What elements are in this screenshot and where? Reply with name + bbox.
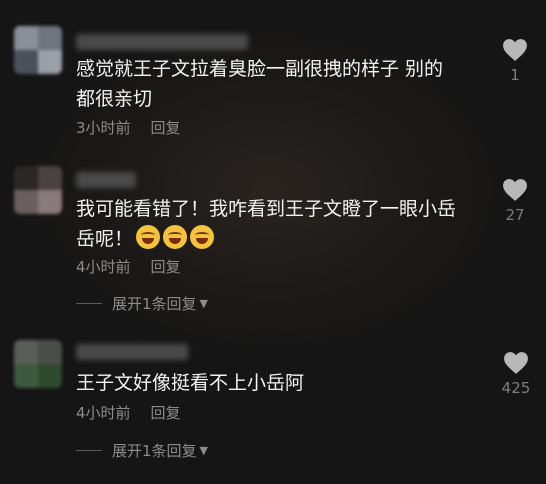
reply-button[interactable]: 回复 <box>151 404 181 422</box>
comment-text: 感觉就王子文拉着臭脸一副很拽的样子 别的 都很亲切 <box>76 58 444 110</box>
avatar[interactable] <box>14 26 62 74</box>
divider-line <box>76 450 102 451</box>
username[interactable] <box>76 172 136 188</box>
comment-list: 感觉就王子文拉着臭脸一副很拽的样子 别的 都很亲切 3小时前 回复 1 我可能看错… <box>0 0 546 484</box>
comment-meta: 4小时前 回复 <box>76 402 181 423</box>
expand-replies-button[interactable]: 展开1条回复 ▼ <box>76 293 208 314</box>
caret-down-icon: ▼ <box>199 297 209 310</box>
heart-icon <box>503 39 527 61</box>
comment-time: 3小时前 <box>76 119 131 137</box>
like-button[interactable]: 1 <box>500 38 530 84</box>
divider-line <box>76 303 102 304</box>
comment-meta: 3小时前 回复 <box>76 117 181 138</box>
laughing-tears-emoji <box>190 225 215 249</box>
username[interactable] <box>76 34 248 50</box>
expand-replies-label: 展开1条回复 <box>112 295 197 313</box>
like-count: 1 <box>510 66 520 84</box>
username[interactable] <box>76 344 188 360</box>
avatar[interactable] <box>14 166 62 214</box>
like-button[interactable]: 27 <box>500 178 530 224</box>
caret-down-icon: ▼ <box>199 444 209 457</box>
reply-button[interactable]: 回复 <box>151 119 181 137</box>
comment-meta: 4小时前 回复 <box>76 256 181 277</box>
avatar[interactable] <box>14 340 62 388</box>
heart-icon <box>504 352 528 374</box>
comment-text: 我可能看错了！我咋看到王子文瞪了一眼小岳 岳呢！ <box>76 198 457 250</box>
laughing-tears-emoji <box>163 225 188 249</box>
like-count: 425 <box>501 379 531 397</box>
like-button[interactable]: 425 <box>496 351 536 397</box>
comment-text: 王子文好像挺看不上小岳阿 <box>76 372 305 394</box>
reply-button[interactable]: 回复 <box>151 258 181 276</box>
expand-replies-label: 展开1条回复 <box>112 442 197 460</box>
expand-replies-button[interactable]: 展开1条回复 ▼ <box>76 440 208 461</box>
comment-time: 4小时前 <box>76 258 131 276</box>
like-count: 27 <box>505 206 525 224</box>
comment-time: 4小时前 <box>76 404 131 422</box>
heart-icon <box>503 179 527 201</box>
laughing-tears-emoji <box>136 225 161 249</box>
